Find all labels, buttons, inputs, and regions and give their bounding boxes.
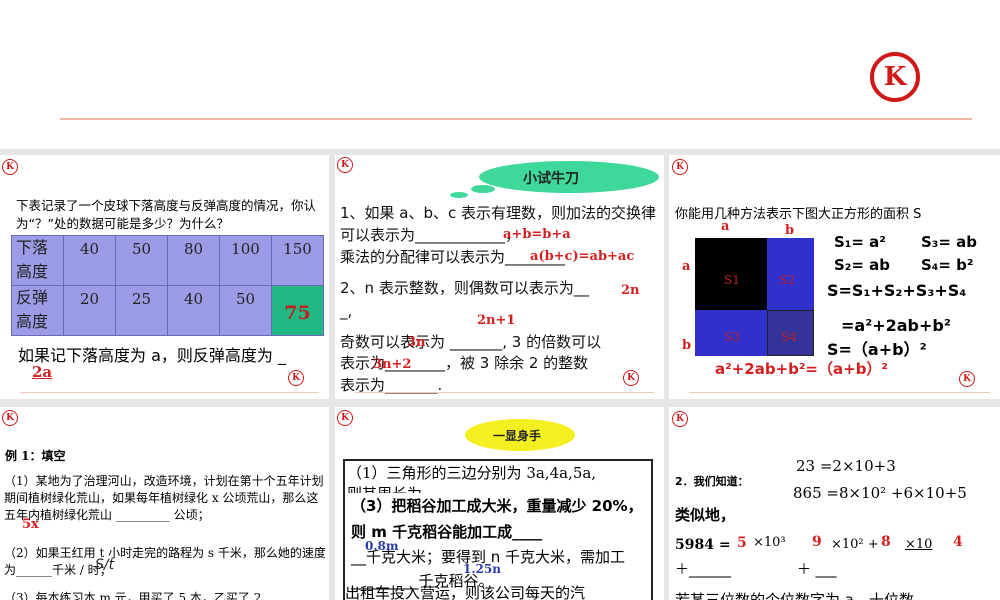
logo-icon: K — [623, 370, 639, 386]
label: S4 — [781, 330, 797, 344]
slide-thumbnail-5[interactable]: K 一显身手 （1）三角形的三边分别为 3a,4a,5a, 则其周长为 （3）把… — [335, 407, 664, 600]
title-slide-area: K — [0, 0, 1000, 149]
footer-line — [355, 392, 654, 393]
equation: 865 =8×10² +6×10+5 — [793, 484, 967, 502]
answer: 8 — [881, 534, 891, 550]
label: S2 — [779, 273, 795, 287]
formula: =a²+2ab+b² — [841, 316, 951, 335]
slide-thumbnail-6[interactable]: K 2．我们知道： 23 =2×10+3 865 =8×10² +6×10+5 … — [669, 407, 1000, 600]
logo-icon: K — [2, 410, 18, 426]
cloud-title: 一显身手 — [493, 429, 542, 443]
equation-part: ×10³ — [753, 535, 786, 550]
footer-line — [20, 392, 319, 393]
blank: ＋ ___ — [797, 562, 837, 578]
slide-thumbnail-3[interactable]: K 你能用几种方法表示下图大正方形的面积 S a b a b S1 S2 S3 … — [669, 155, 1000, 399]
problem-1: （1）某地为了治理河山，改造环境，计划在第十个五年计划期间植树绿化荒山，如果每年… — [4, 474, 324, 522]
slide-thumbnail-2[interactable]: K 小试牛刀 1、如果 a、b、c 表示有理数，则加法的交换律可以表示为____… — [335, 155, 664, 399]
cell: 80 — [167, 235, 220, 286]
answer: 3n+2 — [373, 357, 412, 372]
question: 你能用几种方法表示下图大正方形的面积 S — [675, 207, 922, 222]
label: b — [785, 223, 795, 238]
label: S3 — [724, 330, 740, 344]
prompt: 如果记下落高度为 a，则反弹高度为 _ — [18, 346, 286, 365]
cloud-dot — [471, 185, 495, 193]
answer: a+b=b+a — [503, 227, 571, 242]
problem-1: （1）三角形的三边分别为 3a,4a,5a, — [347, 464, 597, 482]
label: a — [682, 259, 691, 274]
formula: S=S₁+S₂+S₃+S₄ — [827, 281, 967, 300]
slide-thumbnail-4[interactable]: K 例 1：填空 （1）某地为了治理河山，改造环境，计划在第十个五年计划期间植树… — [0, 407, 329, 600]
text: 类似地， — [675, 506, 736, 524]
logo-icon: K — [672, 159, 688, 175]
cell: 40 — [167, 285, 220, 336]
answer: 1.25n — [463, 562, 501, 576]
formula: S₃= ab — [921, 233, 978, 251]
row-header: 下落高度 — [11, 235, 64, 286]
cell: 100 — [219, 235, 272, 286]
answer: 9 — [812, 534, 822, 550]
cell: 150 — [271, 235, 324, 286]
equation-part: ×10 — [905, 537, 933, 552]
question: 下表记录了一个皮球下落高度与反弹高度的情况，你认为“？”处的数据可能是多少？为什… — [16, 198, 317, 231]
example-title: 例 1：填空 — [5, 449, 66, 463]
equation: 5984 = — [675, 537, 731, 553]
answer: a(b+c)=ab+ac — [530, 249, 635, 264]
answer: 2n — [621, 283, 640, 298]
logo-icon: K — [959, 371, 975, 387]
q2-line2: 奇数可以表示为 _______, 3 的倍数可以 — [340, 333, 602, 351]
answer: S/t — [95, 557, 115, 573]
label: b — [682, 338, 692, 353]
equation-part: ×10² + — [831, 537, 879, 552]
formula: S₄= b² — [921, 256, 974, 274]
logo: K — [870, 52, 920, 102]
equation: 23 =2×10+3 — [796, 457, 896, 475]
answer: 5 — [737, 535, 747, 551]
logo-icon: K — [337, 410, 353, 426]
problem-3: （3）每本练习本 m 元，甲买了 5 本，乙买了 2 — [4, 591, 262, 600]
cell: 25 — [115, 285, 168, 336]
q2-line1b: _, — [340, 302, 353, 320]
problem-2: （2）如果王红用 t 小时走完的路程为 s 千米，那么她的速度为______千米… — [4, 546, 326, 577]
logo-icon: K — [337, 157, 353, 173]
q2-line1: 2、n 表示整数，则偶数可以表示为__ — [340, 279, 589, 297]
data-table: 下落高度 40 50 80 100 150 反弹高度 20 25 40 50 75 — [11, 235, 324, 336]
answer-cell: 75 — [271, 285, 324, 336]
label: S1 — [724, 273, 740, 287]
q1-line1: 1、如果 a、b、c 表示有理数，则加法的交换律可以表示为___________… — [340, 204, 657, 244]
cell: 20 — [63, 285, 116, 336]
formula-result: a²+2ab+b²=（a+b）² — [715, 360, 888, 378]
blank: ＋______ — [675, 562, 731, 578]
answer: 0.8m — [365, 539, 399, 553]
cell: 50 — [219, 285, 272, 336]
cell: 50 — [115, 235, 168, 286]
formula: S=（a+b）² — [827, 340, 927, 359]
logo-icon: K — [672, 411, 688, 427]
text: 若某三位数的个位数字为 a，十位数 — [675, 591, 914, 600]
answer: 5x — [22, 517, 39, 532]
formula: S₂= ab — [834, 256, 891, 274]
cell: 40 — [63, 235, 116, 286]
problem-4: 出租车投入营运，则该公司每天的汽 — [345, 584, 586, 600]
logo-icon: K — [288, 370, 304, 386]
label: a — [721, 219, 730, 234]
footer-line — [689, 392, 990, 393]
answer: 2a — [32, 363, 53, 381]
answer: 3n — [407, 335, 426, 350]
logo-icon: K — [2, 159, 18, 175]
formula: S₁= a² — [834, 233, 886, 251]
answer: 4 — [953, 534, 963, 550]
problem-3: （3）把稻谷加工成大米，重量减少 20%，则 m 千克稻谷能加工成____ — [351, 493, 651, 545]
answer: 2n+1 — [477, 313, 516, 328]
cloud-title: 小试牛刀 — [523, 171, 579, 187]
divider — [60, 118, 972, 120]
intro: 2．我们知道： — [675, 475, 749, 488]
problem-1-cont: 则其周长为 — [347, 483, 422, 493]
cloud-dot — [450, 192, 468, 198]
row-header: 反弹高度 — [11, 285, 64, 336]
slide-thumbnail-1[interactable]: K 下表记录了一个皮球下落高度与反弹高度的情况，你认为“？”处的数据可能是多少？… — [0, 155, 329, 399]
